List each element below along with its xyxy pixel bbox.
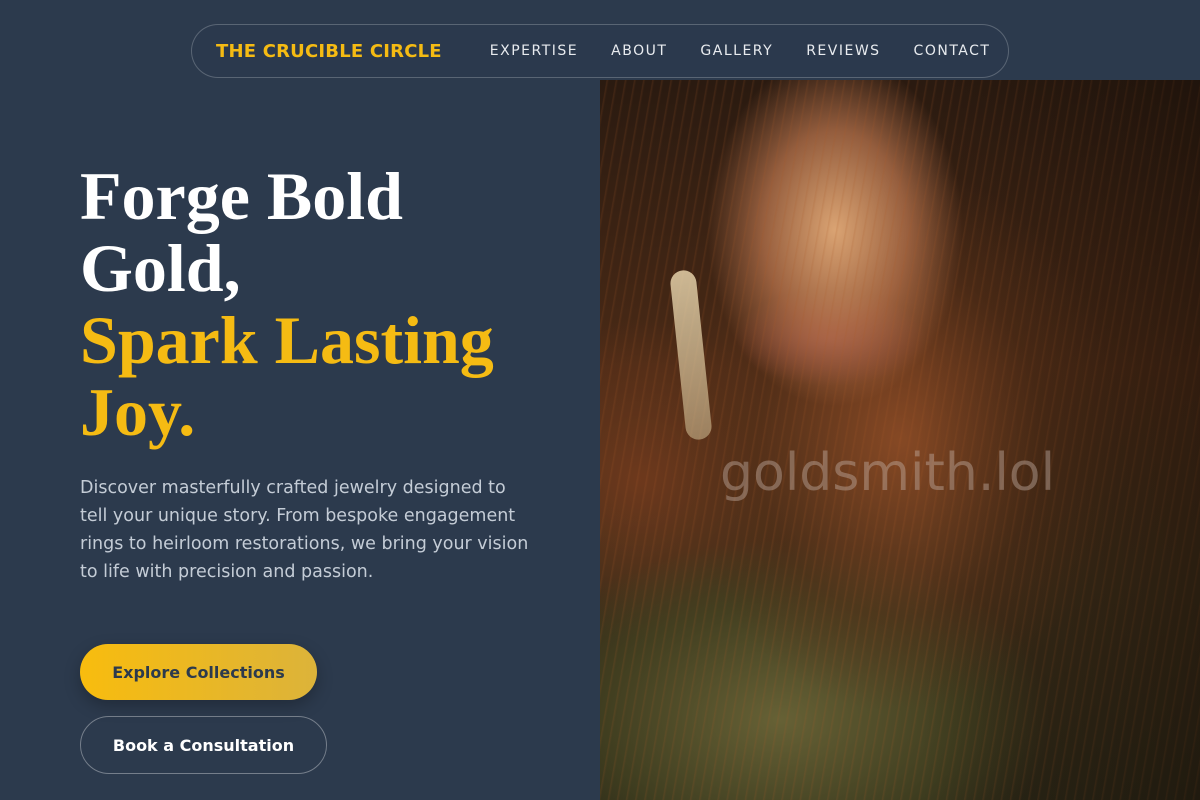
top-navigation: THE CRUCIBLE CIRCLE EXPERTISE ABOUT GALL…: [191, 24, 1009, 78]
hero-model-image: goldsmith.lol: [600, 80, 1200, 800]
nav-links: EXPERTISE ABOUT GALLERY REVIEWS CONTACT: [490, 43, 991, 59]
image-shadow: [920, 80, 1200, 800]
nav-link-reviews[interactable]: REVIEWS: [806, 43, 880, 59]
explore-collections-button[interactable]: Explore Collections: [80, 644, 317, 700]
nav-link-contact[interactable]: CONTACT: [914, 43, 991, 59]
nav-link-about[interactable]: ABOUT: [611, 43, 667, 59]
nav-link-gallery[interactable]: GALLERY: [700, 43, 773, 59]
headline-line-2: Gold,: [80, 230, 241, 306]
book-consultation-button[interactable]: Book a Consultation: [80, 716, 327, 774]
image-watermark: goldsmith.lol: [720, 443, 1056, 503]
hero-text-section: Forge Bold Gold, Spark Lasting Joy. Disc…: [80, 160, 550, 586]
hero-headline: Forge Bold Gold, Spark Lasting Joy.: [80, 160, 550, 448]
brand-logo[interactable]: THE CRUCIBLE CIRCLE: [216, 41, 442, 62]
headline-line-1: Forge Bold: [80, 158, 403, 234]
headline-line-4: Joy.: [80, 374, 196, 450]
nav-link-expertise[interactable]: EXPERTISE: [490, 43, 578, 59]
headline-line-3: Spark Lasting: [80, 302, 494, 378]
hero-description: Discover masterfully crafted jewelry des…: [80, 478, 529, 582]
